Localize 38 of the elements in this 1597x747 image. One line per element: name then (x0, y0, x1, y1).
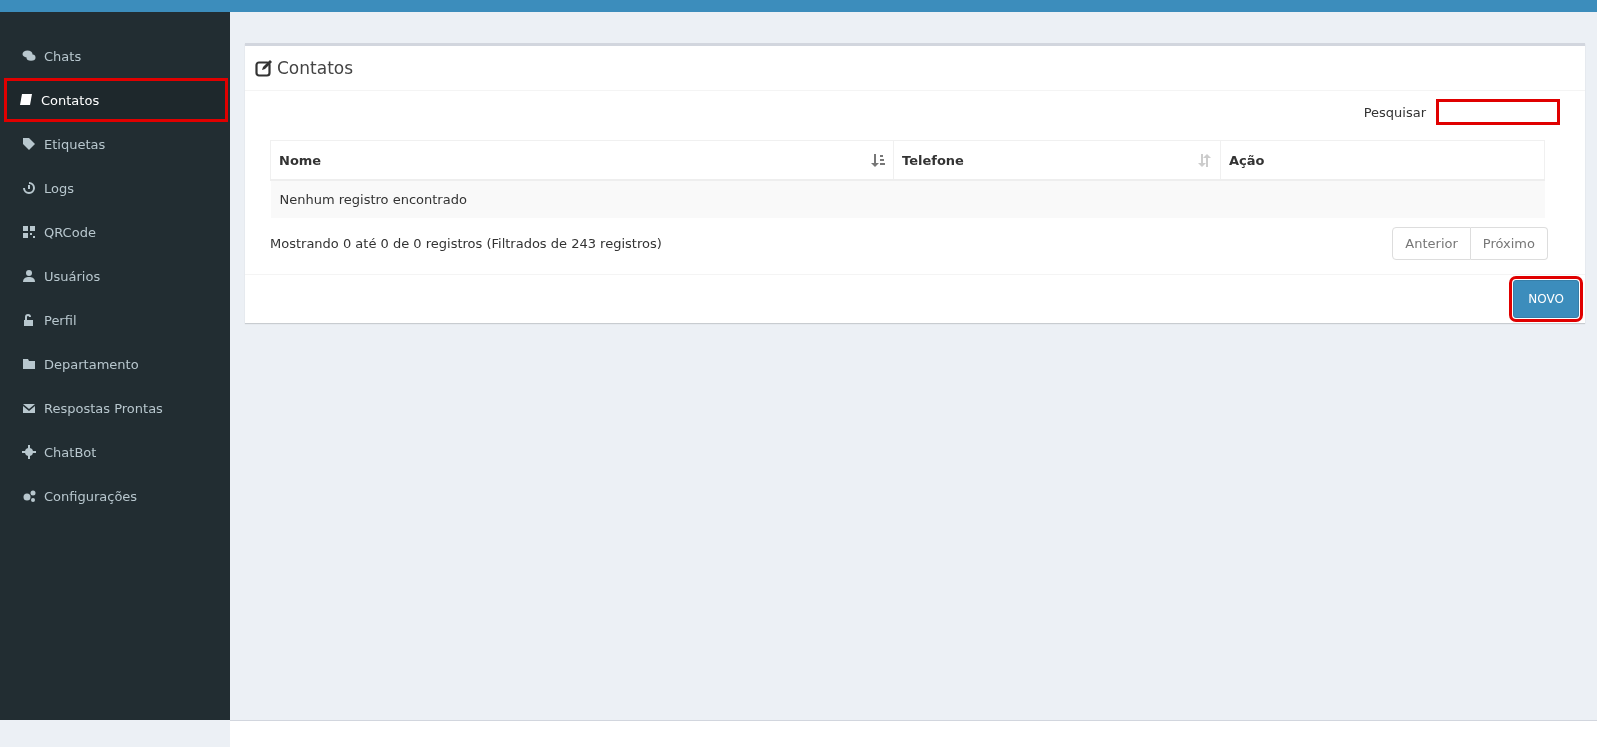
user-icon (22, 269, 36, 283)
sidebar-item[interactable]: Usuários (0, 254, 228, 298)
sidebar-label: Departamento (44, 356, 139, 372)
qr-icon (22, 225, 36, 239)
sidebar-item[interactable]: Contatos (4, 78, 228, 122)
sidebar-label: Perfil (44, 312, 77, 328)
sidebar-label: QRCode (44, 224, 96, 240)
sidebar-item[interactable]: Respostas Prontas (0, 386, 228, 430)
sidebar-item[interactable]: ChatBot (0, 430, 228, 474)
chat-icon (22, 49, 36, 63)
search-label: Pesquisar (1363, 104, 1426, 120)
lock-icon (22, 313, 36, 327)
sidebar-label: Usuários (44, 268, 101, 284)
mail-icon (22, 401, 36, 415)
sidebar-item[interactable]: Departamento (0, 342, 228, 386)
sidebar-label: Chats (44, 48, 82, 64)
empty-message: Nenhum registro encontrado (270, 180, 1545, 218)
history-icon (22, 181, 36, 195)
sidebar-item[interactable]: Logs (0, 166, 228, 210)
sidebar-item[interactable]: QRCode (0, 210, 228, 254)
sort-icon (1198, 153, 1212, 167)
sidebar-item[interactable]: Configurações (0, 474, 228, 518)
sidebar-item[interactable]: Chats (0, 34, 228, 78)
tag-icon (22, 137, 36, 151)
sidebar-label: Respostas Prontas (44, 400, 163, 416)
sidebar-item[interactable]: Perfil (0, 298, 228, 342)
sidebar-item[interactable]: Etiquetas (0, 122, 228, 166)
table-info: Mostrando 0 até 0 de 0 registros (Filtrados de 243 registros) (270, 236, 662, 251)
edit-icon (255, 59, 273, 77)
search-field[interactable] (1436, 99, 1560, 125)
sidebar-label: Configurações (44, 488, 138, 504)
sidebar-label: Logs (44, 180, 74, 196)
sidebar-label: Etiquetas (44, 136, 106, 152)
sidebar-label: ChatBot (44, 444, 97, 460)
sort-ascending-icon (871, 153, 885, 167)
folder-icon (22, 357, 36, 371)
panel-title: Contatos (277, 58, 354, 78)
sidebar-label: Contatos (41, 92, 100, 108)
